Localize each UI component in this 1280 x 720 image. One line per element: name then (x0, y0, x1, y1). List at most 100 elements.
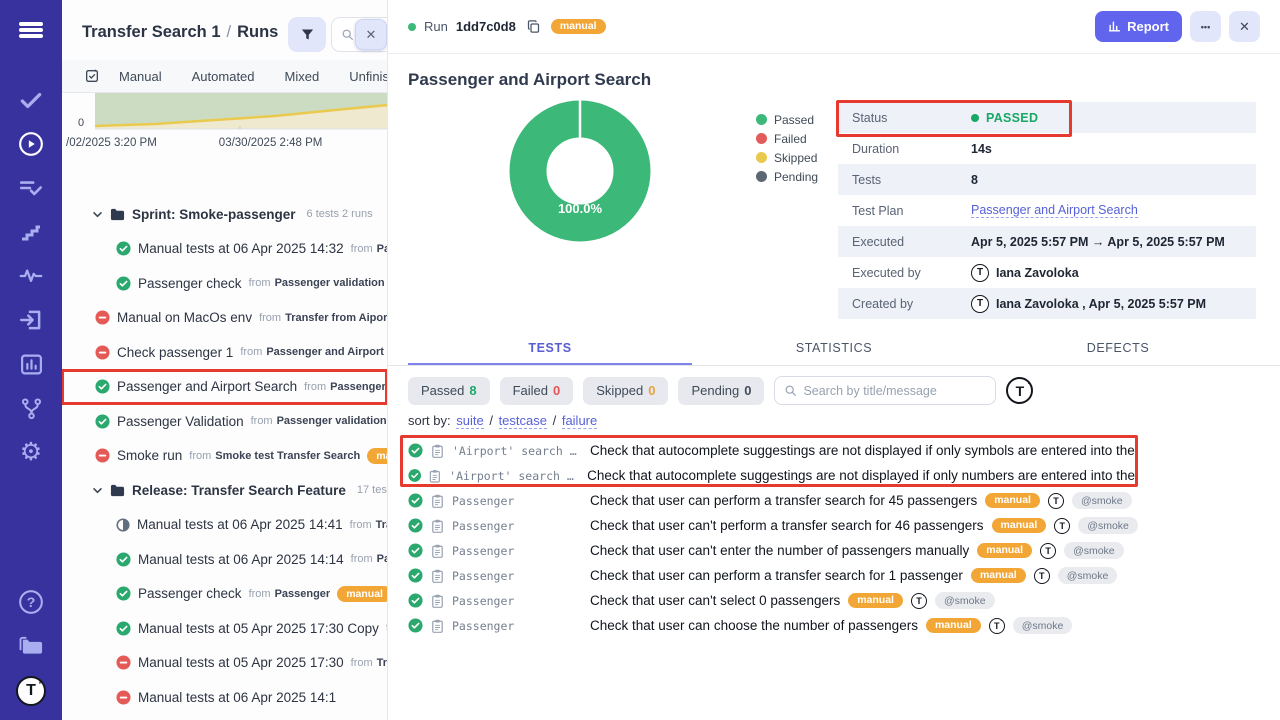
tree-run[interactable]: Manual tests at 06 Apr 2025 14:14fromPas… (62, 542, 387, 577)
icon-rail: ⚙ ? T (0, 0, 62, 720)
test-row[interactable]: 'Airport' search …Check that autocomplet… (388, 463, 1135, 488)
branch-icon[interactable] (17, 394, 45, 422)
help-icon[interactable]: ? (17, 588, 45, 616)
smoke-tag: @smoke (1078, 517, 1138, 534)
tree-run[interactable]: Passenger checkfromPassengermanual6 (62, 577, 387, 612)
summary-row: Created byTIana Zavoloka , Apr 5, 2025 5… (838, 288, 1256, 319)
tree-run[interactable]: Passenger and Airport SearchfromPassenge… (62, 370, 387, 405)
more-button[interactable]: ••• (1190, 11, 1221, 42)
funnel-icon (300, 27, 315, 42)
smoke-tag: @smoke (1058, 567, 1118, 584)
tab-defects[interactable]: DEFECTS (976, 337, 1260, 365)
select-all-icon[interactable] (84, 68, 100, 84)
report-button[interactable]: Report (1095, 11, 1182, 42)
summary-label: Tests (838, 173, 971, 187)
tree-folder[interactable]: Release: Transfer Search Feature17 tests… (62, 473, 387, 508)
tab-tests[interactable]: TESTS (408, 337, 692, 365)
test-suite: 'Airport' search … (452, 444, 582, 458)
list-check-icon[interactable] (17, 174, 45, 202)
test-title: Check that user can perform a transfer s… (590, 568, 963, 583)
activity-icon[interactable] (17, 262, 45, 290)
summary-row: Test PlanPassenger and Airport Search (838, 195, 1256, 226)
sort-by-testcase[interactable]: testcase (499, 413, 547, 429)
test-row[interactable]: PassengerCheck that user can choose the … (388, 613, 1280, 638)
steps-icon[interactable] (17, 218, 45, 246)
passed-check-icon (408, 518, 423, 533)
passed-check-icon (408, 468, 421, 483)
filter-chip-skipped[interactable]: Skipped0 (583, 377, 668, 405)
test-row[interactable]: PassengerCheck that user can't select 0 … (388, 588, 1280, 613)
sign-in-icon[interactable] (17, 306, 45, 334)
test-title: Check that autocomplete suggestings are … (587, 468, 1135, 483)
run-label: Run (424, 19, 448, 34)
test-row[interactable]: 'Airport' search …Check that autocomplet… (388, 438, 1135, 463)
test-row[interactable]: PassengerCheck that user can perform a t… (388, 563, 1280, 588)
clipboard-icon (431, 519, 444, 533)
run-header: Run 1dd7c0d8 manual Report ••• ✕ (388, 0, 1280, 54)
test-plan-link[interactable]: Passenger and Airport Search (971, 203, 1138, 218)
menu-icon[interactable] (17, 16, 45, 44)
analytics-icon[interactable] (17, 350, 45, 378)
breadcrumb-project[interactable]: Transfer Search 1 (82, 23, 221, 41)
projects-folder-icon[interactable] (17, 632, 45, 660)
stopped-minus-icon (95, 310, 110, 325)
filter-chip-pending[interactable]: Pending0 (678, 377, 764, 405)
tree-run[interactable]: Manual tests at 06 Apr 2025 14:1 (62, 680, 387, 715)
clipboard-icon (431, 444, 444, 458)
filter-chip-failed[interactable]: Failed0 (500, 377, 574, 405)
summary-value: TIana Zavoloka , Apr 5, 2025 5:57 PM (971, 295, 1206, 313)
tests-search-input[interactable] (803, 384, 973, 398)
passed-check-icon (116, 552, 131, 567)
summary-value: TIana Zavoloka (971, 264, 1079, 282)
check-icon[interactable] (17, 86, 45, 114)
tree-folder[interactable]: Sprint: Smoke-passenger6 tests 2 runs (62, 197, 387, 232)
tree-run[interactable]: Smoke runfromSmoke test Transfer Searchm… (62, 439, 387, 474)
test-row[interactable]: PassengerCheck that user can perform a t… (388, 488, 1280, 513)
passed-check-icon (408, 568, 423, 583)
passed-check-icon (116, 586, 131, 601)
test-row[interactable]: PassengerCheck that user can't perform a… (388, 513, 1280, 538)
tab-statistics[interactable]: STATISTICS (692, 337, 976, 365)
sort-label: sort by: (408, 413, 451, 428)
test-suite: Passenger (452, 494, 582, 508)
tab-automated[interactable]: Automated (177, 69, 270, 84)
app-logo[interactable]: T (16, 676, 46, 706)
filter-chip-passed[interactable]: Passed8 (408, 377, 490, 405)
app: ⚙ ? T Transfer Search 1/Runs ✕ (0, 0, 1280, 720)
tree-run[interactable]: Manual tests at 05 Apr 2025 17:30fromTra… (62, 646, 387, 681)
clear-search-button[interactable]: ✕ (355, 19, 387, 50)
user-filter-avatar[interactable]: T (1006, 377, 1033, 404)
close-button[interactable]: ✕ (1229, 11, 1260, 42)
filter-button[interactable] (288, 17, 326, 52)
summary-row: Executed byTIana Zavoloka (838, 257, 1256, 288)
tree-run[interactable]: Manual tests at 05 Apr 2025 17:30 Copyfr… (62, 611, 387, 646)
sort-by-suite[interactable]: suite (456, 413, 483, 429)
tree-run[interactable]: Check passenger 1fromPassenger and Airpo… (62, 335, 387, 370)
play-circle-icon[interactable] (17, 130, 45, 158)
user-avatar: T (971, 295, 989, 313)
status-dot (971, 114, 979, 122)
tree-run[interactable]: Manual on MacOs envfromTransfer from Aip… (62, 301, 387, 336)
tab-mixed[interactable]: Mixed (270, 69, 335, 84)
tab-manual[interactable]: Manual (104, 69, 177, 84)
settings-gear-icon[interactable]: ⚙ (17, 438, 45, 466)
clipboard-icon (431, 494, 444, 508)
tree-run[interactable]: Manual tests at 06 Apr 2025 14:41fromTra… (62, 508, 387, 543)
tree-run[interactable]: Manual tests at 06 Apr 2025 14:32fromPas… (62, 232, 387, 267)
tree-run[interactable]: Passenger checkfromPassenger validationm… (62, 266, 387, 301)
test-row[interactable]: PassengerCheck that user can't enter the… (388, 538, 1280, 563)
legend-dot (756, 133, 767, 144)
tab-unfinished[interactable]: Unfinished (334, 69, 388, 84)
clipboard-icon (431, 594, 444, 608)
sort-by-failure[interactable]: failure (562, 413, 597, 429)
copy-icon[interactable] (526, 19, 541, 34)
tree-run[interactable]: Passenger ValidationfromPassenger valida… (62, 404, 387, 439)
run-status-dot (408, 23, 416, 31)
detail-tabs: TESTS STATISTICS DEFECTS (388, 337, 1280, 366)
clipboard-icon (429, 469, 441, 483)
test-suite: Passenger (452, 519, 582, 533)
half-circle-icon (116, 518, 130, 532)
tests-search[interactable] (774, 376, 996, 405)
summary-value: Apr 5, 2025 5:57 PM → Apr 5, 2025 5:57 P… (971, 235, 1225, 249)
legend-item: Skipped (756, 148, 818, 167)
